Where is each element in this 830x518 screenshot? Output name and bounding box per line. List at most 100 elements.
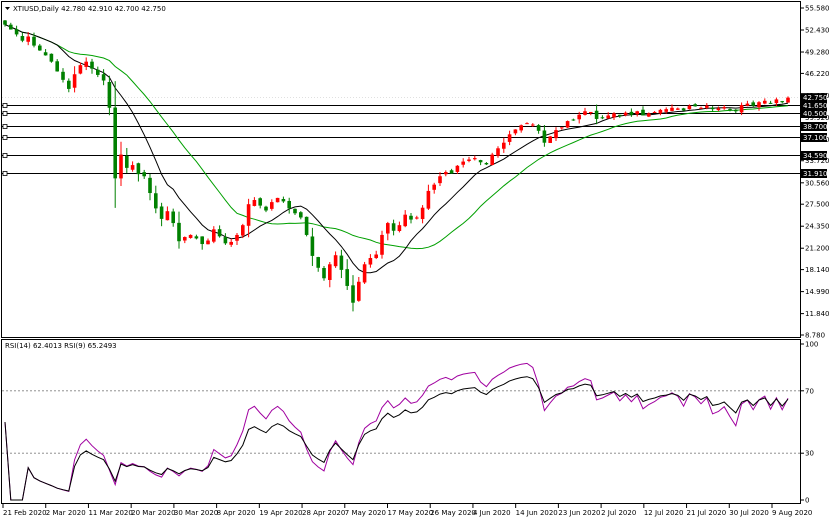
price-tick-label: 11.840 xyxy=(805,310,830,318)
price-tick-label: 30.560 xyxy=(805,179,830,187)
candle-body xyxy=(612,113,616,118)
candle-body xyxy=(728,108,732,110)
candle-body xyxy=(380,234,384,255)
candle-body xyxy=(525,123,529,125)
candle-body xyxy=(507,134,512,142)
candle-body xyxy=(148,177,152,194)
candle-body xyxy=(9,24,13,30)
candle-body xyxy=(351,285,355,303)
candle-body xyxy=(455,165,460,172)
price-tick-label: 27.500 xyxy=(805,201,830,209)
candle-body xyxy=(241,225,245,236)
candle-body xyxy=(32,36,36,46)
candle-body xyxy=(681,108,686,111)
price-tick-label: 46.220 xyxy=(805,70,830,78)
candle-body xyxy=(217,229,222,237)
rsi-lines xyxy=(4,362,789,501)
candle-body xyxy=(212,229,216,242)
candle-body xyxy=(84,61,88,67)
candle-body xyxy=(629,111,634,115)
candle-body xyxy=(409,215,413,220)
candle-body xyxy=(20,36,25,41)
level-handle-left[interactable] xyxy=(2,135,8,140)
candle-body xyxy=(496,148,500,156)
candle-body xyxy=(374,254,378,259)
candle-body xyxy=(658,109,663,114)
level-price-label: 41.650 xyxy=(803,102,828,110)
candle-body xyxy=(467,159,471,161)
candle-body xyxy=(270,202,274,209)
candle-body xyxy=(560,127,564,129)
candle-body xyxy=(14,29,19,35)
candle-body xyxy=(43,52,48,56)
candle-body xyxy=(484,163,489,165)
price-tick-label: 8.780 xyxy=(805,332,825,340)
level-handle-left[interactable] xyxy=(2,124,8,129)
level-handle-left[interactable] xyxy=(2,103,8,108)
candle-body xyxy=(258,198,262,206)
candle-body xyxy=(397,225,402,232)
candle-body xyxy=(536,125,541,131)
candle-body xyxy=(142,172,146,177)
candle-body xyxy=(705,105,709,108)
price-tick-label: 49.280 xyxy=(805,49,830,57)
candle-body xyxy=(316,257,320,268)
candle-body xyxy=(444,172,448,175)
candle-body xyxy=(420,207,425,220)
date-axis: 21 Feb 2020 2 Mar 2020 11 Mar 202020 Mar 2… xyxy=(2,504,812,517)
candle-body xyxy=(299,212,303,218)
candle-body xyxy=(449,170,454,174)
candle-body xyxy=(641,109,645,116)
candle-body xyxy=(751,102,755,106)
level-price-labels: 41.65040.500 38.700 37.100 34.590 31.910 42.7… xyxy=(801,93,828,178)
candle-body xyxy=(676,108,680,110)
candle-body xyxy=(125,155,129,168)
candle-body xyxy=(716,108,721,111)
rsi-tick-label: 0 xyxy=(805,497,809,505)
rsi14-line xyxy=(4,376,789,501)
candle-body xyxy=(548,136,552,143)
date-tick-label: 28 Apr 2020 xyxy=(302,509,345,517)
candle-body xyxy=(107,81,112,108)
candle-body xyxy=(391,223,396,231)
candle-body xyxy=(739,104,744,113)
candlesticks xyxy=(3,19,790,312)
candle-body xyxy=(368,258,373,265)
candle-body xyxy=(473,158,477,160)
candle-body xyxy=(583,111,587,115)
level-handle-left[interactable] xyxy=(2,153,8,158)
candle-body xyxy=(652,111,657,113)
candle-body xyxy=(3,20,7,25)
candle-body xyxy=(136,163,141,175)
price-tick-label: 24.350 xyxy=(805,223,830,231)
candle-body xyxy=(664,109,668,112)
date-tick-label: 26 May 2020 xyxy=(430,509,476,517)
candle-body xyxy=(670,107,674,111)
candle-body xyxy=(101,74,106,81)
candle-body xyxy=(722,107,726,109)
date-tick-label: 4 Jun 2020 xyxy=(473,509,511,517)
level-handle-left[interactable] xyxy=(2,111,8,116)
candle-body xyxy=(693,104,697,107)
candle-body xyxy=(362,264,367,283)
price-tick-label: 55.580 xyxy=(805,5,830,13)
candle-body xyxy=(571,119,576,121)
rsi-tick-label: 30 xyxy=(805,450,814,458)
candle-body xyxy=(589,111,593,113)
level-handle-left[interactable] xyxy=(2,171,8,176)
ma-slow-line xyxy=(4,24,789,250)
candle-body xyxy=(745,103,750,106)
level-price-label: 38.700 xyxy=(803,123,828,131)
candle-body xyxy=(774,99,779,104)
current-price-label: 42.750 xyxy=(803,94,828,102)
candle-body xyxy=(322,267,326,279)
date-tick-label: 2 Jul 2020 xyxy=(601,509,636,517)
candle-body xyxy=(304,216,309,235)
dropdown-triangle-icon[interactable] xyxy=(5,7,10,10)
candle-body xyxy=(531,124,535,126)
rsi-tick-label: 70 xyxy=(805,387,814,395)
candle-body xyxy=(246,204,251,226)
candle-body xyxy=(606,115,610,119)
candle-body xyxy=(554,130,558,139)
candle-body xyxy=(333,255,338,267)
